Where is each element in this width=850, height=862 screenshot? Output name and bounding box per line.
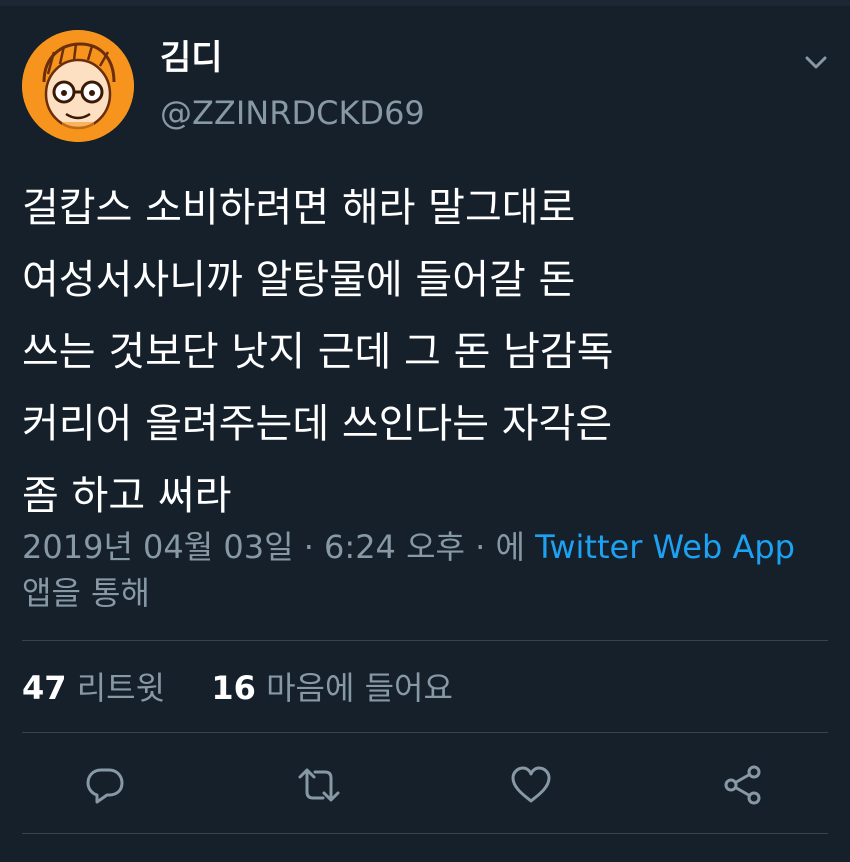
retweet-stat[interactable]: 47 리트윗 — [22, 669, 175, 707]
tweet-line: 여성서사니까 알탕물에 들어갈 돈 — [22, 257, 576, 303]
avatar-illustration — [22, 30, 134, 142]
tweet-line: 좀 하고 써라 — [22, 473, 232, 519]
reply-icon[interactable] — [82, 762, 128, 808]
divider — [22, 833, 828, 834]
retweet-label: 리트윗 — [76, 669, 166, 707]
like-label: 마음에 들어요 — [266, 669, 453, 707]
divider — [22, 732, 828, 733]
like-count: 16 — [211, 669, 256, 707]
divider — [22, 640, 828, 641]
tweet-text: 걸캅스 소비하려면 해라 말그대로 여성서사니까 알탕물에 들어갈 돈 쓰는 것… — [22, 172, 822, 532]
source-suffix: 앱을 통해 — [22, 574, 150, 612]
handle[interactable]: @ZZINRDCKD69 — [160, 94, 425, 132]
tweet-line: 걸캅스 소비하려면 해라 말그대로 — [22, 185, 576, 231]
tweet-stats: 47 리트윗 16 마음에 들어요 — [22, 666, 453, 710]
tweet-line: 쓰는 것보단 낫지 근데 그 돈 남감독 — [22, 329, 614, 375]
like-stat[interactable]: 16 마음에 들어요 — [201, 669, 453, 707]
share-icon[interactable] — [720, 762, 766, 808]
like-icon[interactable] — [508, 762, 554, 808]
display-name[interactable]: 김디 — [160, 38, 223, 79]
tweet-meta: 2019년 04월 03일 · 6:24 오후 · 에 Twitter Web … — [22, 524, 832, 616]
action-bar — [0, 760, 850, 810]
tweet-line: 커리어 올려주는데 쓰인다는 자각은 — [22, 401, 613, 447]
chevron-down-icon[interactable] — [800, 48, 832, 76]
avatar[interactable] — [22, 30, 134, 142]
retweet-icon[interactable] — [296, 762, 342, 808]
retweet-count: 47 — [22, 669, 67, 707]
timestamp[interactable]: 2019년 04월 03일 · 6:24 오후 · 에 — [22, 528, 525, 566]
source-link[interactable]: Twitter Web App — [535, 528, 795, 566]
top-strip — [0, 0, 850, 6]
